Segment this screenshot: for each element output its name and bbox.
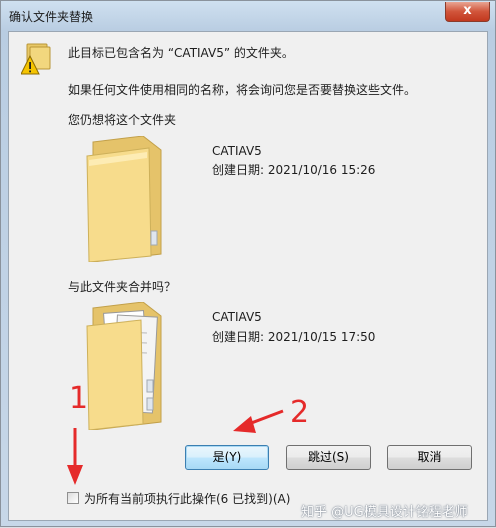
dialog-window: 确认文件夹替换 x 此目标已包含名为 “CATIAV5” 的文件夹。 如果任何文… [0, 0, 496, 527]
arrow-to-checkbox [67, 428, 83, 485]
arrow-to-yes-button [233, 409, 284, 433]
watermark: 知乎 @UG模具设计铭程老师 [301, 505, 468, 520]
annotation-arrows [67, 409, 284, 485]
